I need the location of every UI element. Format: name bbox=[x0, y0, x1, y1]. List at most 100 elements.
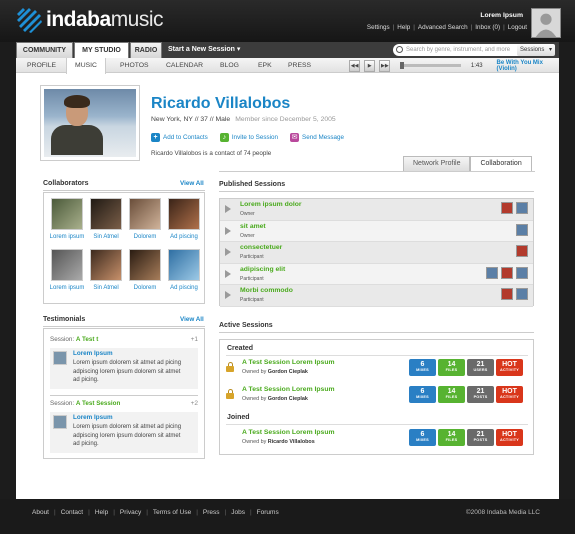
collaborator-name[interactable]: Ad piscing bbox=[160, 234, 208, 240]
footer-help-link[interactable]: Help bbox=[95, 509, 108, 516]
collaborator-avatar[interactable] bbox=[51, 198, 83, 230]
add-to-contacts-button[interactable]: + Add to Contacts bbox=[151, 133, 208, 142]
published-session-row[interactable]: sit amet Owner bbox=[220, 220, 533, 242]
testimonial-session-link[interactable]: A Test Session bbox=[76, 400, 120, 407]
member-avatar[interactable] bbox=[516, 202, 528, 214]
search-input[interactable]: Search by genre, instrument, and more bbox=[393, 44, 526, 56]
tab-network-profile[interactable]: Network Profile bbox=[403, 156, 471, 171]
hot-activity-badge[interactable]: HOT ACTIVITY bbox=[496, 359, 523, 376]
user-avatar[interactable] bbox=[531, 8, 561, 38]
member-avatar[interactable] bbox=[516, 288, 528, 300]
footer-privacy-link[interactable]: Privacy bbox=[120, 509, 141, 516]
published-session-row[interactable]: Lorem ipsum dolor Owner bbox=[220, 199, 533, 221]
member-avatar[interactable] bbox=[516, 245, 528, 257]
session-title[interactable]: consectetuer bbox=[240, 244, 282, 251]
testimonial-session-link[interactable]: A Test t bbox=[76, 336, 98, 343]
mixes-badge[interactable]: 6 MIXES bbox=[409, 386, 436, 403]
play-icon[interactable] bbox=[225, 248, 231, 256]
footer-contact-link[interactable]: Contact bbox=[61, 509, 83, 516]
footer-terms-link[interactable]: Terms of Use bbox=[153, 509, 191, 516]
session-title[interactable]: sit amet bbox=[240, 223, 266, 230]
play-icon[interactable] bbox=[225, 291, 231, 299]
mixes-badge[interactable]: 6 MIXES bbox=[409, 429, 436, 446]
subnav-blog[interactable]: BLOG bbox=[220, 58, 239, 73]
tab-radio[interactable]: RADIO bbox=[130, 42, 162, 58]
play-button[interactable]: ▶ bbox=[364, 59, 376, 72]
session-title[interactable]: Lorem ipsum dolor bbox=[240, 201, 302, 208]
files-badge[interactable]: 14 FILES bbox=[438, 359, 465, 376]
testimonials-view-all[interactable]: View All bbox=[180, 316, 204, 323]
published-session-row[interactable]: Morbi commodo Participant bbox=[220, 285, 533, 307]
settings-link[interactable]: Settings bbox=[367, 24, 390, 31]
collaborator-avatar[interactable] bbox=[129, 249, 161, 281]
collaborator-avatar[interactable] bbox=[90, 198, 122, 230]
hot-activity-badge[interactable]: HOT ACTIVITY bbox=[496, 429, 523, 446]
hot-activity-badge[interactable]: HOT ACTIVITY bbox=[496, 386, 523, 403]
published-session-row[interactable]: consectetuer Participant bbox=[220, 242, 533, 264]
invite-to-session-button[interactable]: ♪ Invite to Session bbox=[219, 133, 278, 142]
footer-jobs-link[interactable]: Jobs bbox=[231, 509, 245, 516]
collaborator-avatar[interactable] bbox=[90, 249, 122, 281]
session-title[interactable]: Morbi commodo bbox=[240, 287, 293, 294]
member-avatar[interactable] bbox=[501, 288, 513, 300]
member-avatar[interactable] bbox=[516, 223, 528, 236]
send-message-button[interactable]: ✉ Send Message bbox=[290, 133, 344, 142]
mixes-badge[interactable]: 6 MIXES bbox=[409, 359, 436, 376]
sessions-dropdown[interactable]: Sessions ▾ bbox=[517, 44, 555, 56]
play-icon[interactable] bbox=[225, 205, 231, 213]
member-avatar[interactable] bbox=[516, 266, 528, 279]
testimonial-author[interactable]: Lorem Ipsum bbox=[73, 414, 113, 421]
active-session-title[interactable]: A Test Session Lorem Ipsum bbox=[242, 429, 335, 436]
files-badge[interactable]: 14 FILES bbox=[438, 386, 465, 403]
collaborators-view-all[interactable]: View All bbox=[180, 180, 204, 187]
subnav-music[interactable]: MUSIC bbox=[66, 58, 106, 74]
tab-community[interactable]: COMMUNITY bbox=[16, 42, 73, 58]
member-avatar[interactable] bbox=[501, 266, 513, 279]
footer-press-link[interactable]: Press bbox=[203, 509, 220, 516]
next-button[interactable]: ▶▶ bbox=[379, 59, 391, 72]
play-icon[interactable] bbox=[225, 226, 231, 235]
footer-forums-link[interactable]: Forums bbox=[257, 509, 279, 516]
progress-knob[interactable] bbox=[400, 62, 405, 69]
tab-my-studio[interactable]: MY STUDIO bbox=[74, 42, 129, 58]
inbox-link[interactable]: Inbox (0) bbox=[475, 24, 500, 31]
active-session-title[interactable]: A Test Session Lorem Ipsum bbox=[242, 359, 335, 366]
posts-badge[interactable]: 21 POSTS bbox=[467, 386, 494, 403]
tab-collaboration[interactable]: Collaboration bbox=[470, 156, 532, 171]
collaborator-avatar[interactable] bbox=[168, 249, 200, 281]
advanced-search-link[interactable]: Advanced Search bbox=[418, 24, 468, 31]
session-title[interactable]: adipiscing elit bbox=[240, 266, 285, 273]
posts-badge[interactable]: 21 POSTS bbox=[467, 429, 494, 446]
subnav-photos[interactable]: PHOTOS bbox=[120, 58, 149, 73]
member-avatar[interactable] bbox=[501, 202, 513, 214]
collaborator-avatar[interactable] bbox=[129, 198, 161, 230]
user-name[interactable]: Lorem Ipsum bbox=[480, 12, 523, 19]
collaborator-avatar[interactable] bbox=[51, 249, 83, 281]
start-session-menu[interactable]: Start a New Session ▾ bbox=[168, 42, 240, 57]
owner-link[interactable]: Gordon Cieplak bbox=[268, 396, 308, 402]
logout-link[interactable]: Logout bbox=[508, 24, 527, 31]
users-badge[interactable]: 21 USERS bbox=[467, 359, 494, 376]
owner-link[interactable]: Gordon Cieplak bbox=[268, 369, 308, 375]
collaborator-avatar[interactable] bbox=[168, 198, 200, 230]
owner-link[interactable]: Ricardo Villalobos bbox=[268, 439, 315, 445]
published-session-row[interactable]: adipiscing elit Participant bbox=[220, 263, 533, 285]
files-badge[interactable]: 14 FILES bbox=[438, 429, 465, 446]
testimonial-author[interactable]: Lorem Ipsum bbox=[73, 350, 113, 357]
subnav-press[interactable]: PRESS bbox=[288, 58, 311, 73]
member-avatar[interactable] bbox=[486, 266, 498, 279]
active-session-title[interactable]: A Test Session Lorem Ipsum bbox=[242, 386, 335, 393]
indaba-logo[interactable]: indabamusic bbox=[15, 6, 164, 34]
testimonial-avatar[interactable] bbox=[53, 415, 67, 429]
subnav-calendar[interactable]: CALENDAR bbox=[166, 58, 203, 73]
play-icon[interactable] bbox=[225, 269, 231, 278]
now-playing-link[interactable]: Be With You Mix (Violin) bbox=[497, 60, 559, 72]
testimonial-avatar[interactable] bbox=[53, 351, 67, 365]
subnav-epk[interactable]: EPK bbox=[258, 58, 272, 73]
footer-about-link[interactable]: About bbox=[32, 509, 49, 516]
progress-slider[interactable] bbox=[400, 62, 461, 69]
subnav-profile[interactable]: PROFILE bbox=[27, 58, 56, 73]
collaborator-name[interactable]: Ad piscing bbox=[160, 285, 208, 291]
previous-button[interactable]: ◀◀ bbox=[349, 59, 361, 72]
help-link[interactable]: Help bbox=[397, 24, 410, 31]
